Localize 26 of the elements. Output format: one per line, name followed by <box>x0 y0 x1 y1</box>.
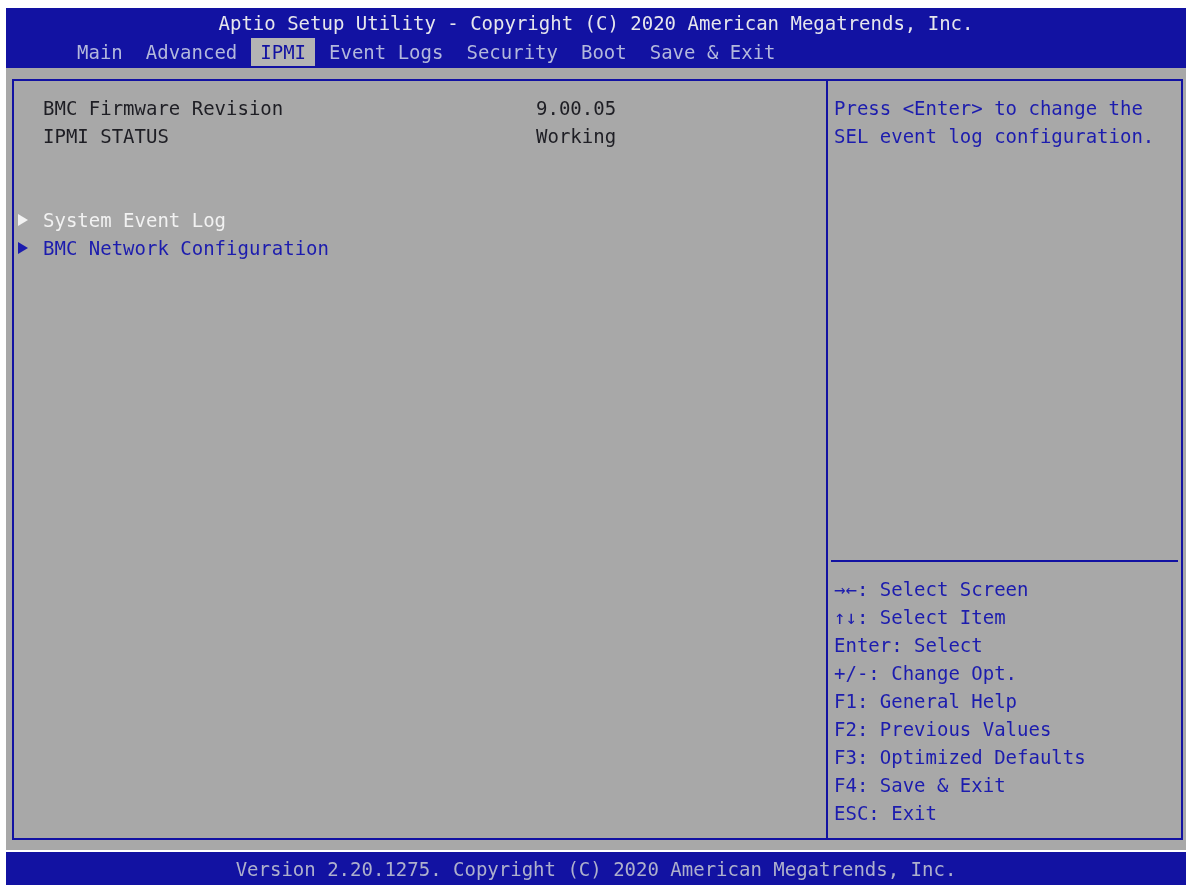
key-hint: Enter: Select <box>834 633 983 658</box>
setting-value: Working <box>536 125 617 147</box>
triangle-icon <box>18 242 28 254</box>
submenu-item[interactable]: BMC Network Configuration <box>14 234 329 262</box>
menu-tab[interactable]: Event Logs <box>320 38 453 66</box>
key-hint: F3: Optimized Defaults <box>834 745 1086 770</box>
menu-tab[interactable]: IPMI <box>251 38 316 66</box>
key-hint: F2: Previous Values <box>834 717 1052 742</box>
help-text: Press <Enter> to change the SEL event log configuration. <box>834 96 1156 149</box>
key-hint: ESC: Exit <box>834 801 937 826</box>
key-hint: F1: General Help <box>834 689 1018 714</box>
version-text: Version 2.20.1275. Copyright (C) 2020 American Megatrends, Inc. <box>235 857 957 880</box>
setting-label: IPMI STATUS <box>43 125 170 147</box>
key-hint: →←: Select Screen <box>834 577 1029 602</box>
window-title: Aptio Setup Utility - Copyright (C) 2020 American Megatrends, Inc. <box>217 11 975 36</box>
menu-tab[interactable]: Boot <box>571 38 636 66</box>
menu-tab[interactable]: Advanced <box>136 38 247 66</box>
setting-label: BMC Firmware Revision <box>43 97 285 119</box>
key-hint: F4: Save & Exit <box>834 773 1006 798</box>
setting-value: 9.00.05 <box>536 97 617 119</box>
key-hint: +/-: Change Opt. <box>834 661 1018 686</box>
menu-tab[interactable]: Save & Exit <box>640 38 785 66</box>
triangle-icon <box>18 214 28 226</box>
menu-tab[interactable]: Security <box>457 38 567 66</box>
key-hint: ↑↓: Select Item <box>834 605 1006 630</box>
menu-tab[interactable]: Main <box>68 38 132 66</box>
